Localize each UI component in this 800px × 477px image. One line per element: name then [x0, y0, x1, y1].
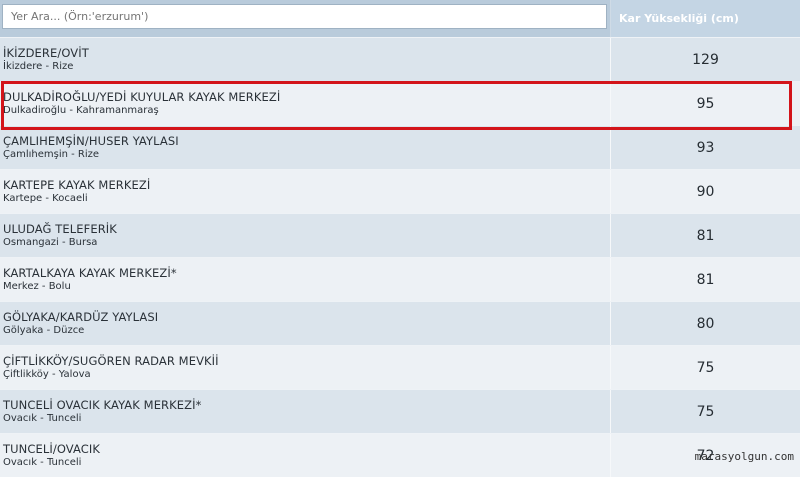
- station-location: Gölyaka - Düzce: [3, 325, 85, 336]
- snow-depth-value: 81: [696, 272, 715, 288]
- table-row[interactable]: İKİZDERE/OVİT İkizdere - Rize 129: [0, 37, 800, 81]
- station-name: ÇAMLIHEMŞİN/HUSER YAYLASI: [3, 134, 179, 148]
- location-cell: KARTALKAYA KAYAK MERKEZİ* Merkez - Bolu: [0, 258, 611, 301]
- watermark: marasyolgun.com: [694, 450, 794, 463]
- table-row[interactable]: KARTALKAYA KAYAK MERKEZİ* Merkez - Bolu …: [0, 257, 800, 301]
- location-cell: TUNCELİ/OVACIK Ovacık - Tunceli: [0, 434, 611, 477]
- snow-depth-value: 80: [696, 316, 715, 332]
- station-name: KARTEPE KAYAK MERKEZİ: [3, 178, 151, 192]
- table-row[interactable]: GÖLYAKA/KARDÜZ YAYLASI Gölyaka - Düzce 8…: [0, 301, 800, 345]
- station-name: ÇİFTLİKKÖY/SUGÖREN RADAR MEVKİİ: [3, 354, 219, 368]
- station-location: Kartepe - Kocaeli: [3, 193, 88, 204]
- snow-depth-table: Kar Yüksekliği (cm) İKİZDERE/OVİT İkizde…: [0, 0, 800, 477]
- station-name: İKİZDERE/OVİT: [3, 46, 89, 60]
- location-cell: ÇAMLIHEMŞİN/HUSER YAYLASI Çamlıhemşin - …: [0, 126, 611, 169]
- table-row[interactable]: ULUDAĞ TELEFERİK Osmangazi - Bursa 81: [0, 213, 800, 257]
- station-name: ULUDAĞ TELEFERİK: [3, 222, 117, 236]
- station-location: Çiftlikköy - Yalova: [3, 369, 91, 380]
- location-cell: ÇİFTLİKKÖY/SUGÖREN RADAR MEVKİİ Çiftlikk…: [0, 346, 611, 389]
- snow-depth-value: 93: [696, 140, 715, 156]
- table-row[interactable]: KARTEPE KAYAK MERKEZİ Kartepe - Kocaeli …: [0, 169, 800, 213]
- snow-depth-column-header[interactable]: Kar Yüksekliği (cm): [611, 0, 800, 37]
- location-cell: KARTEPE KAYAK MERKEZİ Kartepe - Kocaeli: [0, 170, 611, 213]
- station-location: Osmangazi - Bursa: [3, 237, 98, 248]
- station-location: İkizdere - Rize: [3, 61, 74, 72]
- snow-depth-value: 81: [696, 228, 715, 244]
- station-location: Çamlıhemşin - Rize: [3, 149, 100, 160]
- station-name: KARTALKAYA KAYAK MERKEZİ*: [3, 266, 177, 280]
- station-location: Ovacık - Tunceli: [3, 413, 82, 424]
- search-cell: [0, 0, 611, 37]
- table-row[interactable]: TUNCELİ OVACIK KAYAK MERKEZİ* Ovacık - T…: [0, 389, 800, 433]
- station-location: Merkez - Bolu: [3, 281, 71, 292]
- table-row[interactable]: ÇİFTLİKKÖY/SUGÖREN RADAR MEVKİİ Çiftlikk…: [0, 345, 800, 389]
- snow-depth-value: 75: [696, 404, 715, 420]
- table-header: Kar Yüksekliği (cm): [0, 0, 800, 37]
- station-name: GÖLYAKA/KARDÜZ YAYLASI: [3, 310, 159, 324]
- snow-depth-value: 90: [696, 184, 715, 200]
- snow-depth-value: 129: [692, 52, 719, 68]
- table-row[interactable]: ÇAMLIHEMŞİN/HUSER YAYLASI Çamlıhemşin - …: [0, 125, 800, 169]
- search-input[interactable]: [2, 4, 607, 29]
- location-cell: TUNCELİ OVACIK KAYAK MERKEZİ* Ovacık - T…: [0, 390, 611, 433]
- station-location: Ovacık - Tunceli: [3, 457, 82, 468]
- location-cell: İKİZDERE/OVİT İkizdere - Rize: [0, 38, 611, 81]
- table-row[interactable]: TUNCELİ/OVACIK Ovacık - Tunceli 72: [0, 433, 800, 477]
- table-row[interactable]: DULKADİROĞLU/YEDİ KUYULAR KAYAK MERKEZİ …: [0, 81, 800, 125]
- location-cell: DULKADİROĞLU/YEDİ KUYULAR KAYAK MERKEZİ …: [0, 82, 611, 125]
- station-name: DULKADİROĞLU/YEDİ KUYULAR KAYAK MERKEZİ: [3, 90, 281, 104]
- station-name: TUNCELİ/OVACIK: [3, 442, 101, 456]
- location-cell: GÖLYAKA/KARDÜZ YAYLASI Gölyaka - Düzce: [0, 302, 611, 345]
- snow-depth-value: 75: [696, 360, 715, 376]
- snow-depth-value: 95: [696, 96, 715, 112]
- station-location: Dulkadiroğlu - Kahramanmaraş: [3, 105, 159, 116]
- station-name: TUNCELİ OVACIK KAYAK MERKEZİ*: [3, 398, 202, 412]
- location-cell: ULUDAĞ TELEFERİK Osmangazi - Bursa: [0, 214, 611, 257]
